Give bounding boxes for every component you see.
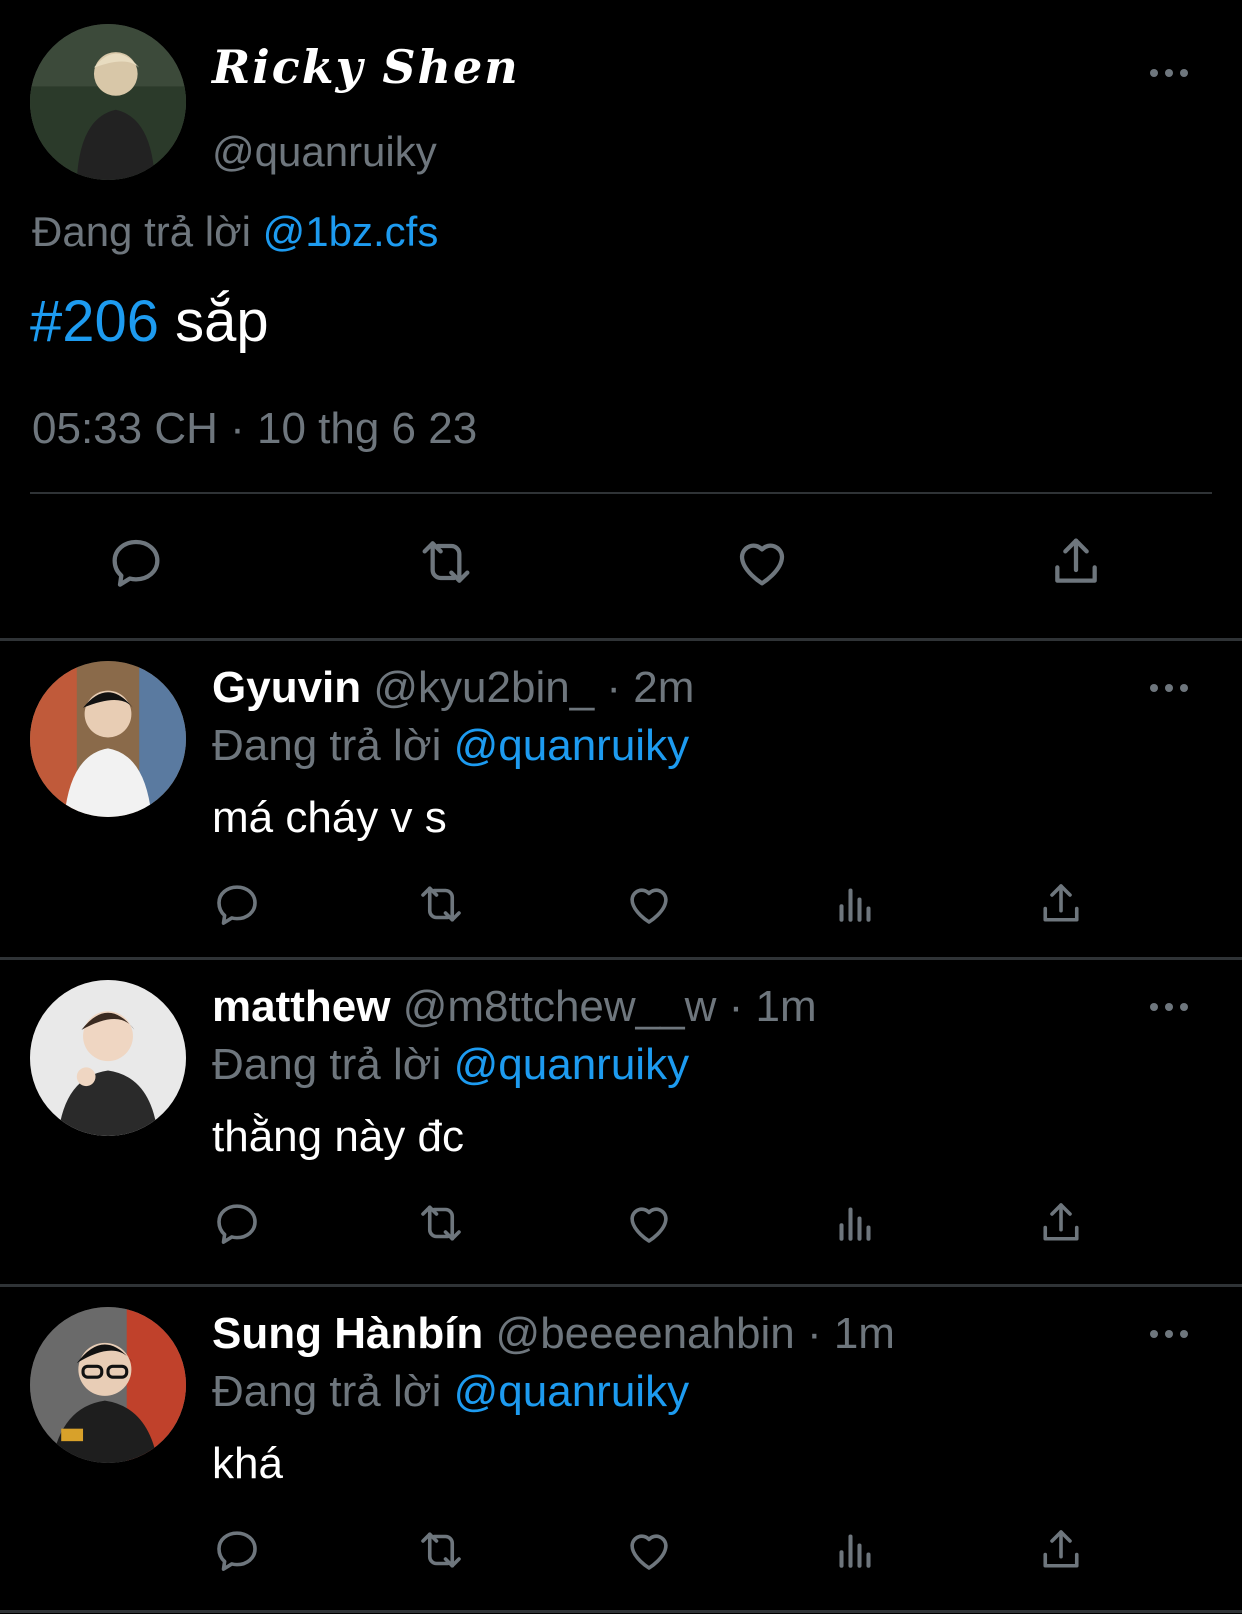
hashtag-link[interactable]: #206: [30, 289, 159, 354]
replying-prefix: Đang trả lời: [212, 1367, 442, 1416]
separator: [0, 1610, 1242, 1613]
avatar-reply-1[interactable]: [30, 661, 186, 817]
avatar-photo: [30, 24, 186, 180]
retweet-icon[interactable]: [414, 1196, 468, 1250]
reply-icon[interactable]: [210, 1523, 264, 1577]
reply-header: matthew @m8ttchew__w · 1m: [212, 982, 817, 1032]
reply-tweet[interactable]: Sung Hànbín @beeeenahbin · 1m Đang trả l…: [0, 1287, 1242, 1612]
more-options-icon[interactable]: [1144, 673, 1194, 703]
reply-time[interactable]: · 1m: [729, 982, 817, 1031]
reply-icon[interactable]: [104, 530, 168, 594]
reply-time[interactable]: · 2m: [606, 663, 694, 712]
replying-to-line: Đang trả lời @quanruiky: [212, 1040, 689, 1090]
replying-prefix: Đang trả lời: [212, 721, 442, 770]
retweet-icon[interactable]: [414, 877, 468, 931]
display-name[interactable]: Ricky Shen: [212, 40, 520, 94]
analytics-icon[interactable]: [828, 877, 882, 931]
reply-tweet[interactable]: Gyuvin @kyu2bin_ · 2m Đang trả lời @quan…: [0, 641, 1242, 966]
reply-text: má cháy v s: [212, 793, 447, 842]
replying-to-line: Đang trả lời @1bz.cfs: [32, 208, 438, 256]
reply-tweet[interactable]: matthew @m8ttchew__w · 1m Đang trả lời @…: [0, 960, 1242, 1285]
avatar-reply-3[interactable]: [30, 1307, 186, 1463]
replying-prefix: Đang trả lời: [32, 208, 251, 255]
reply-icon[interactable]: [210, 1196, 264, 1250]
reply-author-name[interactable]: matthew: [212, 982, 390, 1031]
tweet-body: sắp: [159, 289, 269, 354]
analytics-icon[interactable]: [828, 1523, 882, 1577]
reply-header: Sung Hànbín @beeeenahbin · 1m: [212, 1309, 895, 1359]
replying-prefix: Đang trả lời: [212, 1040, 442, 1089]
share-icon[interactable]: [1034, 877, 1088, 931]
more-options-icon[interactable]: [1144, 992, 1194, 1022]
reply-author-handle[interactable]: @m8ttchew__w: [403, 982, 717, 1031]
like-icon[interactable]: [730, 530, 794, 594]
replying-to-line: Đang trả lời @quanruiky: [212, 721, 689, 771]
share-icon[interactable]: [1034, 1523, 1088, 1577]
analytics-icon[interactable]: [828, 1196, 882, 1250]
user-handle[interactable]: @quanruiky: [212, 128, 437, 176]
avatar-main[interactable]: [30, 24, 186, 180]
more-options-icon[interactable]: [1144, 58, 1194, 88]
reply-author-name[interactable]: Gyuvin: [212, 663, 361, 712]
reply-icon[interactable]: [210, 877, 264, 931]
like-icon[interactable]: [622, 877, 676, 931]
share-icon[interactable]: [1034, 1196, 1088, 1250]
retweet-icon[interactable]: [414, 1523, 468, 1577]
reply-time[interactable]: · 1m: [807, 1309, 895, 1358]
reply-header: Gyuvin @kyu2bin_ · 2m: [212, 663, 694, 713]
avatar-reply-2[interactable]: [30, 980, 186, 1136]
tweet-text: #206 sắp: [30, 288, 269, 355]
main-tweet: Ricky Shen @quanruiky Đang trả lời @1bz.…: [0, 0, 1242, 640]
like-icon[interactable]: [622, 1523, 676, 1577]
replying-to-line: Đang trả lời @quanruiky: [212, 1367, 689, 1417]
share-icon[interactable]: [1044, 530, 1108, 594]
more-options-icon[interactable]: [1144, 1319, 1194, 1349]
replying-to-link[interactable]: @quanruiky: [454, 721, 689, 770]
like-icon[interactable]: [622, 1196, 676, 1250]
reply-author-handle[interactable]: @kyu2bin_: [373, 663, 594, 712]
reply-author-handle[interactable]: @beeeenahbin: [496, 1309, 795, 1358]
tweet-timestamp[interactable]: 05:33 CH · 10 thg 6 23: [32, 404, 477, 454]
replying-to-link[interactable]: @quanruiky: [454, 1367, 689, 1416]
reply-text: khá: [212, 1439, 283, 1488]
replying-to-link[interactable]: @quanruiky: [454, 1040, 689, 1089]
action-bar: [0, 530, 1242, 600]
reply-text: thằng này đc: [212, 1112, 464, 1161]
replying-to-link[interactable]: @1bz.cfs: [263, 208, 439, 255]
reply-author-name[interactable]: Sung Hànbín: [212, 1309, 483, 1358]
divider: [30, 492, 1212, 494]
retweet-icon[interactable]: [414, 530, 478, 594]
